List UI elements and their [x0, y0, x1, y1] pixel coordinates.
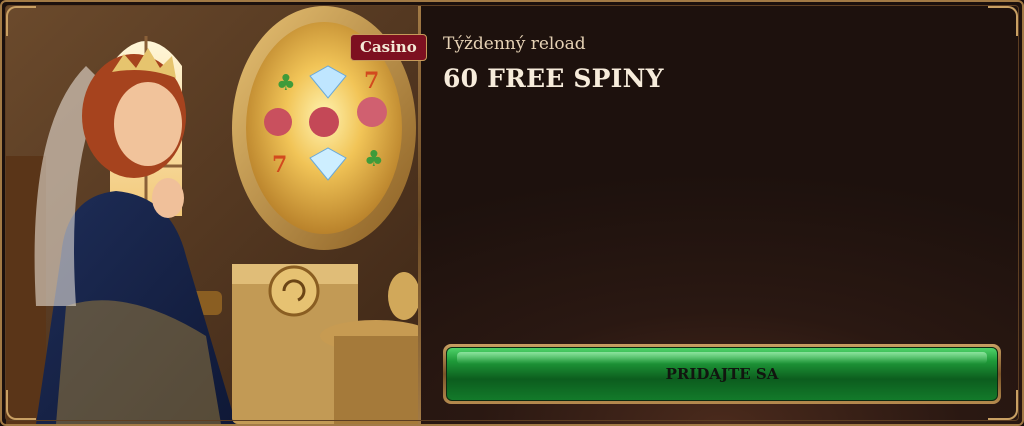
panel-divider	[418, 6, 421, 424]
promo-banner[interactable]: ♣ 7 7 ♣ Casino Týždenný reload 60 FREE S…	[0, 0, 1024, 426]
frame-corner-ornament	[6, 6, 36, 36]
promo-illustration: ♣ 7 7 ♣	[6, 6, 418, 424]
promo-content: Týždenný reload 60 FREE SPINY PRIDAJTE S…	[421, 6, 1022, 424]
clover-icon: ♣	[276, 71, 296, 96]
promo-subtitle: Týždenný reload	[443, 34, 586, 54]
clasped-hands	[152, 178, 184, 218]
seven-icon: 7	[272, 152, 287, 178]
frame-corner-ornament	[6, 390, 36, 420]
join-button-frame: PRIDAJTE SA	[443, 344, 1001, 404]
join-button-label: PRIDAJTE SA	[665, 365, 779, 383]
princess-face	[114, 82, 182, 166]
casino-badge: Casino	[350, 34, 427, 61]
rose-icon	[357, 97, 387, 127]
spin-button-icon	[268, 265, 320, 317]
slot-reels: ♣ 7 7 ♣	[264, 65, 387, 181]
rose-icon	[309, 107, 339, 137]
frame-corner-ornament	[988, 6, 1018, 36]
rose-icon	[264, 108, 292, 136]
join-button[interactable]: PRIDAJTE SA	[446, 347, 998, 401]
seven-icon: 7	[364, 68, 379, 94]
promo-title: 60 FREE SPINY	[443, 64, 664, 93]
illustration-scene: ♣ 7 7 ♣	[6, 6, 418, 424]
frame-corner-ornament	[988, 390, 1018, 420]
clover-icon: ♣	[364, 147, 384, 172]
